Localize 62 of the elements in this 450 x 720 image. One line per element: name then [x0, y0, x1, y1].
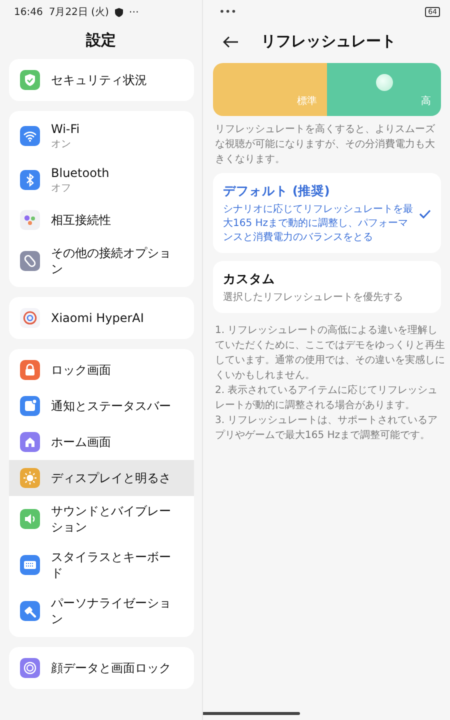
- page-title: 設定: [84, 30, 117, 51]
- item-label: ディスプレイと明るさ: [51, 470, 171, 486]
- mode-option[interactable]: カスタム 選択したリフレッシュレートを優先する: [213, 261, 441, 313]
- note-text: 2. 表示されているアイテムに応じてリフレッシュレートが動的に調整される場合があります。: [215, 384, 439, 413]
- lock-icon: [20, 360, 40, 380]
- back-icon[interactable]: [223, 36, 239, 48]
- item-label: パーソナライゼーション: [51, 595, 172, 627]
- item-label: 顔データと画面ロック: [51, 660, 171, 676]
- settings-item[interactable]: セキュリティ状況: [9, 62, 194, 98]
- option-description: 選択したリフレッシュレートを優先する: [223, 291, 404, 305]
- settings-item[interactable]: 通知とステータスバー: [9, 388, 194, 424]
- item-label: その他の接続オプション: [51, 245, 172, 277]
- settings-item[interactable]: パーソナライゼーション: [9, 588, 194, 634]
- more-indicator: ⋯: [128, 6, 139, 18]
- item-label: サウンドとバイブレーション: [51, 503, 172, 535]
- bluetooth-icon: [20, 170, 40, 190]
- face-scan-icon: [20, 658, 40, 678]
- item-label: ロック画面: [51, 362, 111, 378]
- notification-icon: [20, 396, 40, 416]
- wifi-icon: [20, 126, 40, 146]
- settings-item[interactable]: サウンドとバイブレーション: [9, 496, 194, 542]
- settings-item[interactable]: Bluetooth オフ: [9, 158, 194, 202]
- settings-item[interactable]: 顔データと画面ロック: [9, 650, 194, 686]
- mode-option[interactable]: デフォルト (推奨) シナリオに応じてリフレッシュレートを最大165 Hzまで動的に調整し、パフォーマンスと消費電力のバランスをとる: [213, 173, 441, 253]
- settings-item[interactable]: ロック画面: [9, 352, 194, 388]
- note-text: 1. リフレッシュレートの高低による違いを理解していただくために、ここではデモをゆっくりと再生しています。通常の使用では、その違いを実感しにくいかもしれません。: [215, 324, 446, 383]
- item-label: 通知とステータスバー: [51, 398, 171, 414]
- settings-item[interactable]: ディスプレイと明るさ: [9, 460, 194, 496]
- item-label: 相互接続性: [51, 212, 111, 228]
- settings-item[interactable]: Xiaomi HyperAI: [9, 300, 194, 336]
- shield-icon: [20, 70, 40, 90]
- item-status: オン: [51, 139, 72, 151]
- keyboard-icon: [20, 555, 40, 575]
- status-time: 16:46: [14, 6, 43, 18]
- page-title: リフレッシュレート: [261, 32, 396, 51]
- settings-item[interactable]: スタイラスとキーボード: [9, 542, 194, 588]
- shield-icon: [114, 8, 123, 16]
- item-status: オフ: [51, 183, 72, 195]
- item-label: Wi-Fi: [51, 121, 80, 137]
- option-title: デフォルト (推奨): [223, 183, 331, 200]
- item-label: Xiaomi HyperAI: [51, 310, 144, 326]
- settings-item[interactable]: その他の接続オプション: [9, 238, 194, 284]
- item-label: スタイラスとキーボード: [51, 549, 172, 581]
- item-label: ホーム画面: [51, 434, 111, 450]
- speaker-icon: [20, 509, 40, 529]
- more-indicator: •••: [219, 6, 237, 18]
- settings-item[interactable]: ホーム画面: [9, 424, 194, 460]
- link-icon: [20, 251, 40, 271]
- option-title: カスタム: [223, 271, 276, 288]
- dots-icon: [20, 210, 40, 230]
- description-text: リフレッシュレートを高くすると、よりスムーズな視聴が可能になりますが、その分消費電力も大きくなります。: [215, 122, 436, 167]
- home-icon: [20, 432, 40, 452]
- slider-thumb[interactable]: [376, 74, 393, 91]
- settings-item[interactable]: Wi-Fi オン: [9, 114, 194, 158]
- status-date: 7月22日 (火): [48, 6, 109, 19]
- item-label: Bluetooth: [51, 165, 110, 181]
- sun-icon: [20, 468, 40, 488]
- option-description: シナリオに応じてリフレッシュレートを最大165 Hzまで動的に調整し、パフォーマンスと消費電力のバランスをとる: [223, 203, 413, 245]
- note-text: 3. リフレッシュレートは、サポートされているアプリやゲームで最大165 Hzまで調整可能です。: [215, 414, 439, 443]
- item-label: セキュリティ状況: [51, 72, 147, 88]
- settings-item[interactable]: 相互接続性: [9, 202, 194, 238]
- check-icon: [419, 209, 431, 219]
